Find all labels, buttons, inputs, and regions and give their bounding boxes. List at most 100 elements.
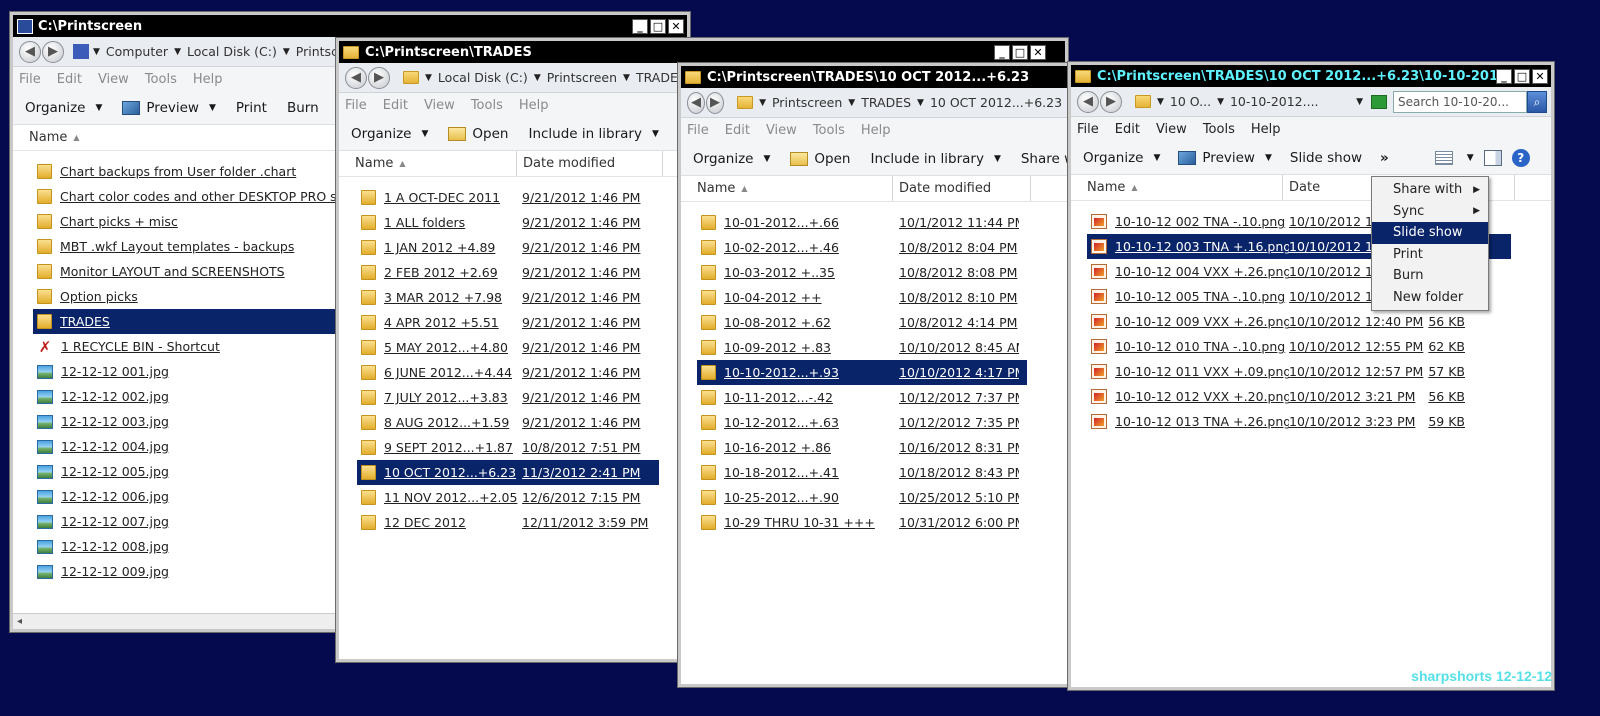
address-bar[interactable]: ◀ ▶ ▼ Printscreen ▼ TRADES ▼ 10 OCT 2012… <box>681 88 1077 118</box>
list-item[interactable]: 10-18-2012...+.41 10/18/2012 8:43 PM <box>697 460 1027 485</box>
list-item[interactable]: 12-12-12 005.jpg <box>33 459 338 484</box>
include-in-library-button[interactable]: Include in library ▼ <box>528 126 658 142</box>
chevron-down-icon[interactable]: ▼ <box>534 73 541 83</box>
list-item[interactable]: 12-12-12 009.jpg <box>33 559 338 584</box>
menu-item-sync[interactable]: Sync ▶ <box>1372 201 1488 223</box>
menu-tools[interactable]: Tools <box>813 123 845 138</box>
menu-item-slide-show[interactable]: Slide show <box>1372 222 1488 244</box>
list-item[interactable]: 7 JULY 2012...+3.83 9/21/2012 1:46 PM <box>357 385 659 410</box>
breadcrumb-10-10-2012[interactable]: 10-10-2012.... <box>1230 94 1319 109</box>
list-item[interactable]: ✗ 1 RECYCLE BIN - Shortcut <box>33 334 338 359</box>
breadcrumb-local-disk[interactable]: Local Disk (C:) <box>187 44 277 59</box>
list-item[interactable]: 12-12-12 004.jpg <box>33 434 338 459</box>
maximize-button[interactable]: □ <box>650 18 666 34</box>
chevron-down-icon[interactable]: ▼ <box>1467 153 1474 163</box>
menu-edit[interactable]: Edit <box>57 72 82 87</box>
minimize-button[interactable]: _ <box>994 44 1010 60</box>
list-item[interactable]: 5 MAY 2012...+4.80 9/21/2012 1:46 PM <box>357 335 659 360</box>
list-item[interactable]: 1 A OCT-DEC 2011 9/21/2012 1:46 PM <box>357 185 659 210</box>
maximize-button[interactable]: □ <box>1012 44 1028 60</box>
list-item[interactable]: 12-12-12 008.jpg <box>33 534 338 559</box>
back-icon[interactable]: ◀ <box>19 40 41 63</box>
search-icon[interactable]: ⌕ <box>1527 90 1547 113</box>
breadcrumb-10-oct[interactable]: 10 O... <box>1170 94 1211 109</box>
chevron-down-icon[interactable]: ▼ <box>1157 97 1164 107</box>
refresh-icon[interactable] <box>1371 94 1387 109</box>
list-item[interactable]: 10-08-2012 +.62 10/8/2012 4:14 PM <box>697 310 1027 335</box>
maximize-button[interactable]: □ <box>1514 68 1530 84</box>
title-bar[interactable]: C:\Printscreen _ □ ✕ <box>13 15 687 37</box>
chevron-down-icon[interactable]: ▼ <box>283 47 290 57</box>
menu-file[interactable]: File <box>687 123 709 138</box>
list-item[interactable]: 12-12-12 003.jpg <box>33 409 338 434</box>
minimize-button[interactable]: _ <box>632 18 648 34</box>
breadcrumb-local-disk[interactable]: Local Disk (C:) <box>438 70 528 85</box>
menu-view[interactable]: View <box>98 72 129 87</box>
list-item[interactable]: 8 AUG 2012...+1.59 9/21/2012 1:46 PM <box>357 410 659 435</box>
menu-edit[interactable]: Edit <box>725 123 750 138</box>
menu-view[interactable]: View <box>766 123 797 138</box>
chevron-down-icon[interactable]: ▼ <box>623 73 630 83</box>
breadcrumb-printscreen[interactable]: Printscreen <box>772 95 842 110</box>
list-item[interactable]: 1 ALL folders 9/21/2012 1:46 PM <box>357 210 659 235</box>
list-item[interactable]: 6 JUNE 2012...+4.44 9/21/2012 1:46 PM <box>357 360 659 385</box>
menu-file[interactable]: File <box>19 72 41 87</box>
explorer-window-10-10-2012[interactable]: C:\Printscreen\TRADES\10 OCT 2012...+6.2… <box>1067 61 1555 691</box>
list-item[interactable]: 10-04-2012 ++ 10/8/2012 8:10 PM <box>697 285 1027 310</box>
list-item[interactable]: 10-11-2012...-.42 10/12/2012 7:37 PM <box>697 385 1027 410</box>
chevron-down-icon[interactable]: ▼ <box>174 47 181 57</box>
column-name[interactable]: Name ▲ <box>1071 175 1283 200</box>
menu-item-share-with[interactable]: Share with ▶ <box>1372 179 1488 201</box>
list-item[interactable]: 10-25-2012...+.90 10/25/2012 5:10 PM <box>697 485 1027 510</box>
column-date-modified[interactable]: Date modified <box>517 151 663 176</box>
close-button[interactable]: ✕ <box>1532 68 1548 84</box>
list-item[interactable]: 10-10-12 010 TNA -.10.png 10/10/2012 12:5… <box>1087 334 1511 359</box>
breadcrumb-trades[interactable]: TRADES <box>861 95 911 110</box>
menu-help[interactable]: Help <box>519 98 549 113</box>
menu-edit[interactable]: Edit <box>1115 122 1140 137</box>
menu-item-new-folder[interactable]: New folder <box>1372 287 1488 309</box>
include-in-library-button[interactable]: Include in library ▼ <box>870 151 1000 167</box>
list-item[interactable]: 10-10-12 011 VXX +.09.png 10/10/2012 12:5… <box>1087 359 1511 384</box>
list-item[interactable]: 12 DEC 2012 12/11/2012 3:59 PM <box>357 510 659 535</box>
explorer-window-10-oct-2012[interactable]: C:\Printscreen\TRADES\10 OCT 2012...+6.2… <box>677 62 1081 688</box>
menu-view[interactable]: View <box>1156 122 1187 137</box>
back-icon[interactable]: ◀ <box>687 91 706 114</box>
column-name[interactable]: Name ▲ <box>13 125 343 150</box>
more-commands-button[interactable]: » <box>1380 150 1389 166</box>
list-item[interactable]: MBT .wkf Layout templates - backups <box>33 234 338 259</box>
menu-file[interactable]: File <box>345 98 367 113</box>
menu-tools[interactable]: Tools <box>471 98 503 113</box>
preview-pane-icon[interactable] <box>1483 149 1502 166</box>
chevron-down-icon[interactable]: ▼ <box>1217 97 1224 107</box>
list-item[interactable]: Chart backups from User folder .chart <box>33 159 338 184</box>
address-bar[interactable]: ◀ ▶ ▼ 10 O... ▼ 10-10-2012.... ▼ Search … <box>1071 87 1551 117</box>
list-item[interactable]: 10-02-2012...+.46 10/8/2012 8:04 PM <box>697 235 1027 260</box>
organize-button[interactable]: Organize ▼ <box>25 100 102 116</box>
change-view-icon[interactable] <box>1434 150 1453 165</box>
list-item[interactable]: 10-09-2012 +.83 10/10/2012 8:45 AM <box>697 335 1027 360</box>
forward-icon[interactable]: ▶ <box>42 40 64 63</box>
chevron-down-icon[interactable]: ▼ <box>1356 97 1363 107</box>
organize-button[interactable]: Organize ▼ <box>693 151 770 167</box>
list-item[interactable]: 10-10-12 012 VXX +.20.png 10/10/2012 3:21… <box>1087 384 1511 409</box>
list-item[interactable]: 10-16-2012 +.86 10/16/2012 8:31 PM <box>697 435 1027 460</box>
chevron-down-icon[interactable]: ▼ <box>848 98 855 108</box>
menu-tools[interactable]: Tools <box>145 72 177 87</box>
menu-help[interactable]: Help <box>193 72 223 87</box>
list-item[interactable]: 11 NOV 2012...+2.05 12/6/2012 7:15 PM <box>357 485 659 510</box>
chevron-down-icon[interactable]: ▼ <box>93 47 100 57</box>
preview-button[interactable]: Preview ▼ <box>1178 150 1272 166</box>
chevron-down-icon[interactable]: ▼ <box>759 98 766 108</box>
menu-file[interactable]: File <box>1077 122 1099 137</box>
forward-icon[interactable]: ▶ <box>706 91 725 114</box>
burn-button[interactable]: Burn <box>287 100 319 116</box>
list-item[interactable]: TRADES <box>33 309 338 334</box>
title-bar[interactable]: C:\Printscreen\TRADES _ □ ✕ <box>339 41 1065 63</box>
open-button[interactable]: Open <box>790 151 850 167</box>
organize-button[interactable]: Organize ▼ <box>1083 150 1160 166</box>
list-item[interactable]: 10-10-2012...+.93 10/10/2012 4:17 PM <box>697 360 1027 385</box>
menu-help[interactable]: Help <box>861 123 891 138</box>
back-icon[interactable]: ◀ <box>1077 90 1099 113</box>
menu-item-burn[interactable]: Burn <box>1372 265 1488 287</box>
